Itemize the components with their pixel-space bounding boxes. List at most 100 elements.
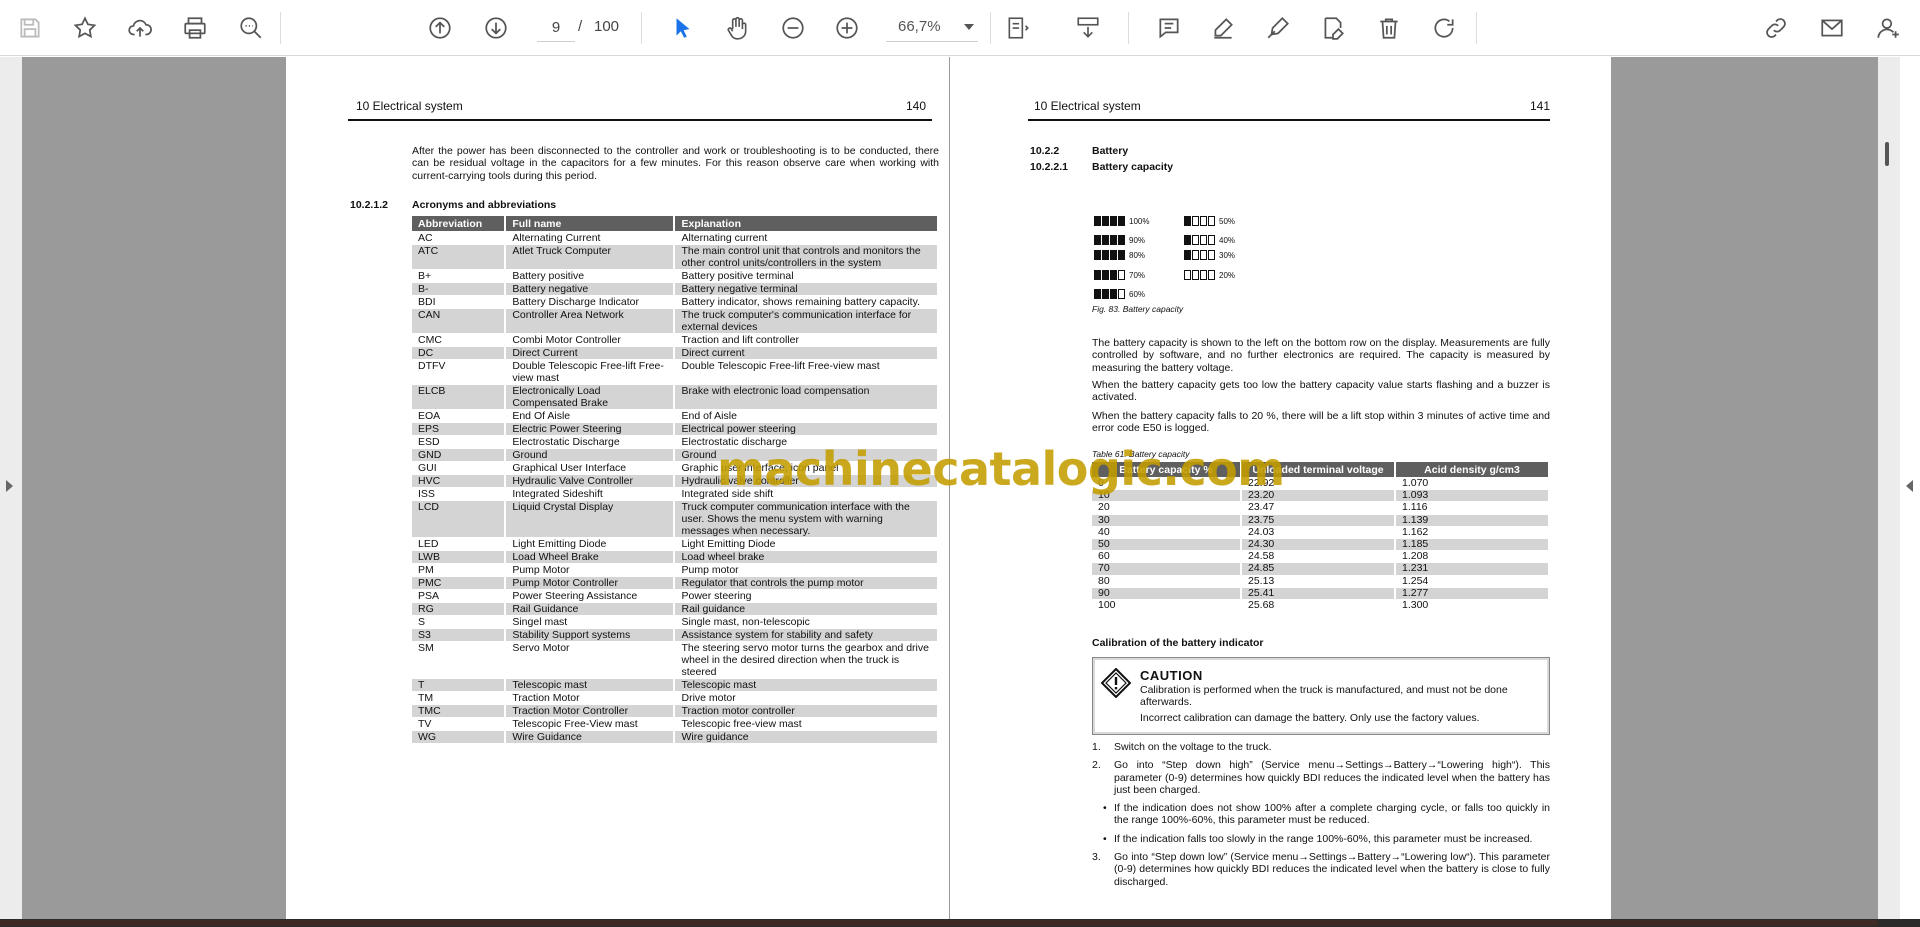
table-cell: DTFV bbox=[412, 360, 507, 384]
step-number: 2. bbox=[1092, 759, 1101, 772]
battery-cell bbox=[1200, 216, 1207, 226]
table-row: 100 25.68 1.300 bbox=[1092, 599, 1550, 612]
sign-icon[interactable] bbox=[1262, 12, 1294, 44]
battery-cell bbox=[1184, 235, 1191, 245]
caution-text: Calibration is performed when the truck … bbox=[1140, 684, 1508, 709]
table-cell: Telescopic Free-View mast bbox=[506, 718, 676, 730]
page-down-icon[interactable] bbox=[480, 12, 512, 44]
email-icon[interactable] bbox=[1816, 12, 1848, 44]
zoom-in-icon[interactable] bbox=[831, 12, 863, 44]
battery-cell bbox=[1192, 270, 1199, 280]
page-up-icon[interactable] bbox=[424, 12, 456, 44]
star-icon[interactable] bbox=[69, 12, 101, 44]
battery-cell bbox=[1200, 270, 1207, 280]
share-link-icon[interactable] bbox=[1760, 12, 1792, 44]
table-cell: Pump Motor Controller bbox=[506, 577, 676, 589]
caution-box: CAUTION Calibration is performed when th… bbox=[1092, 657, 1550, 735]
battery-cell bbox=[1094, 270, 1101, 280]
toolbar: / 100 66,7% bbox=[0, 0, 1920, 56]
table-cell: TV bbox=[412, 718, 507, 730]
table-cell: 1.300 bbox=[1396, 599, 1550, 612]
table-cell: The main control unit that controls and … bbox=[675, 245, 939, 269]
table-row: B- Battery negative Battery negative termi… bbox=[412, 283, 939, 295]
step-item: 2. Go into “Step down high” (Service menu… bbox=[1092, 759, 1550, 796]
comment-icon[interactable] bbox=[1153, 12, 1185, 44]
table-cell: End Of Aisle bbox=[506, 410, 676, 422]
hand-icon[interactable] bbox=[721, 12, 753, 44]
table-row: 40 24.03 1.162 bbox=[1092, 526, 1550, 539]
caution-box-inner: CAUTION Calibration is performed when th… bbox=[1095, 660, 1547, 732]
table-cell: 40 bbox=[1092, 526, 1242, 539]
table-cell: 24.30 bbox=[1242, 538, 1396, 551]
table-cell: Pump Motor bbox=[506, 564, 676, 576]
table-cell: Traction and lift controller bbox=[675, 334, 939, 346]
battery-level-label: 90% bbox=[1129, 235, 1146, 245]
zoom-out-icon[interactable] bbox=[777, 12, 809, 44]
battery-cell bbox=[1118, 216, 1125, 226]
left-panel-toggle-icon[interactable] bbox=[6, 480, 13, 492]
header-rule bbox=[1028, 119, 1550, 121]
fit-page-icon[interactable] bbox=[1002, 12, 1034, 44]
page-header-number: 140 bbox=[905, 99, 926, 113]
scroll-mode-icon[interactable] bbox=[1072, 12, 1104, 44]
watermark: machinecatalogic.com bbox=[717, 442, 1285, 496]
table-row: 60 24.58 1.208 bbox=[1092, 551, 1550, 563]
page-number-input[interactable] bbox=[537, 14, 575, 42]
select-cursor-icon[interactable] bbox=[667, 12, 699, 44]
table-cell: Rail guidance bbox=[675, 603, 939, 615]
section-number: 10.2.2 bbox=[1030, 145, 1060, 157]
table-cell: 1.116 bbox=[1396, 502, 1550, 514]
vertical-scrollbar[interactable] bbox=[1885, 142, 1889, 166]
battery-level-item: 60% bbox=[1094, 289, 1145, 299]
print-icon[interactable] bbox=[179, 12, 211, 44]
table-row: 70 24.85 1.231 bbox=[1092, 563, 1550, 575]
toolbar-divider bbox=[1476, 12, 1477, 44]
zoom-search-icon[interactable] bbox=[235, 12, 267, 44]
battery-cell bbox=[1184, 216, 1191, 226]
table-cell: 1.185 bbox=[1396, 538, 1550, 551]
table-cell: 70 bbox=[1092, 563, 1242, 575]
save-icon[interactable] bbox=[14, 12, 46, 44]
delete-icon[interactable] bbox=[1373, 12, 1405, 44]
battery-icon bbox=[1184, 250, 1215, 260]
table-row: PSA Power Steering Assistance Power steeri… bbox=[412, 590, 939, 602]
battery-level-item: 80% bbox=[1094, 250, 1145, 260]
table-row: CMC Combi Motor Controller Traction and li… bbox=[412, 334, 939, 346]
table-cell: TMC bbox=[412, 705, 507, 717]
horizontal-scrollbar[interactable] bbox=[0, 919, 1920, 927]
table-cell: 1.139 bbox=[1396, 514, 1550, 526]
battery-table-body: 0 22.92 1.070 10 23.20 1.093 20 23.47 1.116 30 23.… bbox=[1092, 477, 1550, 612]
battery-cell bbox=[1102, 289, 1109, 299]
rotate-icon[interactable] bbox=[1428, 12, 1460, 44]
highlight-icon[interactable] bbox=[1207, 12, 1239, 44]
table-cell: GUI bbox=[412, 462, 507, 474]
battery-level-label: 60% bbox=[1129, 289, 1146, 299]
table-row: S3 Stability Support systems Assistance sy… bbox=[412, 629, 939, 641]
table-cell: Electrical power steering bbox=[675, 423, 939, 435]
scrollbar-thumb[interactable] bbox=[0, 920, 1878, 926]
battery-level-label: 100% bbox=[1129, 216, 1150, 226]
cloud-upload-icon[interactable] bbox=[124, 12, 156, 44]
right-panel-toggle-icon[interactable] bbox=[1906, 480, 1913, 492]
edit-text-icon[interactable] bbox=[1317, 12, 1349, 44]
battery-level-item: 90% bbox=[1094, 235, 1145, 245]
table-cell: Truck computer communication interface w… bbox=[675, 501, 939, 537]
table-cell: 20 bbox=[1092, 502, 1242, 514]
table-cell: 1.254 bbox=[1396, 575, 1550, 587]
table-row: PMC Pump Motor Controller Regulator that c… bbox=[412, 577, 939, 589]
add-user-icon[interactable] bbox=[1872, 12, 1904, 44]
zoom-select[interactable]: 66,7% bbox=[886, 14, 978, 42]
table-cell: Alternating Current bbox=[506, 232, 676, 244]
battery-level-label: 70% bbox=[1129, 270, 1146, 280]
battery-level-item: 100% bbox=[1094, 216, 1149, 226]
table-row: AC Alternating Current Alternating current bbox=[412, 232, 939, 244]
battery-icon bbox=[1094, 235, 1125, 245]
section-number: 10.2.2.1 bbox=[1030, 161, 1068, 173]
table-cell: Assistance system for stability and safe… bbox=[675, 629, 939, 641]
table-cell: Battery indicator, shows remaining batte… bbox=[675, 296, 939, 308]
subsection-title: Calibration of the battery indicator bbox=[1092, 637, 1264, 649]
table-row: BDI Battery Discharge Indicator Battery in… bbox=[412, 296, 939, 308]
table-cell: Ground bbox=[506, 449, 676, 461]
table-row: LED Light Emitting Diode Light Emitting Di… bbox=[412, 538, 939, 550]
table-cell: Servo Motor bbox=[506, 642, 676, 678]
